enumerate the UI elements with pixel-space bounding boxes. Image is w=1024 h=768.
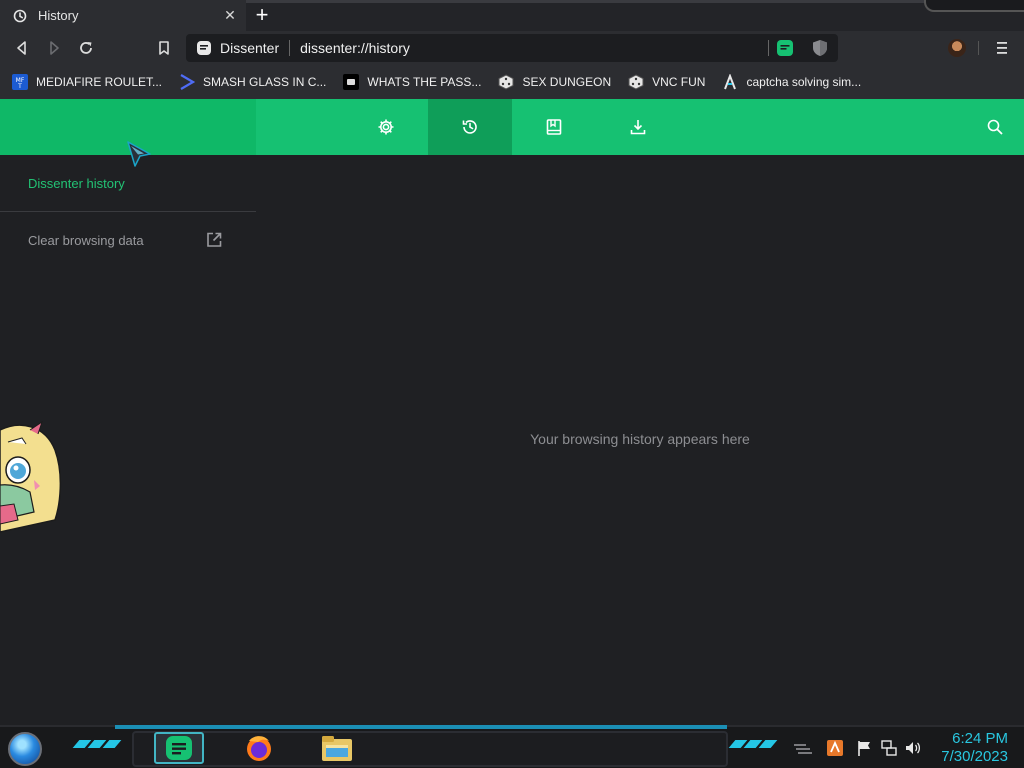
history-icon xyxy=(13,9,27,22)
sigma-icon xyxy=(180,74,196,90)
tray-overflow-icon[interactable] xyxy=(792,739,814,757)
tab-settings[interactable] xyxy=(344,99,428,155)
close-tab-icon[interactable]: ✕ xyxy=(222,7,238,23)
gear-icon xyxy=(378,119,394,135)
empty-history-message: Your browsing history appears here xyxy=(530,431,750,447)
taskbar-app-file-explorer[interactable] xyxy=(312,732,362,764)
address-divider xyxy=(289,40,291,56)
download-icon xyxy=(630,120,646,135)
clock-time: 6:24 PM xyxy=(952,730,1008,747)
sidebar-divider xyxy=(0,211,256,212)
start-button[interactable] xyxy=(8,732,42,766)
bookmarks-icon xyxy=(546,119,562,135)
dice-icon xyxy=(498,74,514,90)
dissenter-extension-icon[interactable] xyxy=(776,39,794,57)
bookmark-icon[interactable] xyxy=(155,39,173,57)
menu-icon[interactable] xyxy=(994,39,1010,57)
clear-browsing-data-link[interactable]: Clear browsing data xyxy=(28,233,144,248)
bookmark-label: WHATS THE PASS... xyxy=(367,75,482,89)
desktop-mascot-image xyxy=(0,420,62,533)
dice-icon xyxy=(628,74,644,90)
bookmark-sex-dungeon[interactable]: SEX DUNGEON xyxy=(498,74,611,90)
tab-bookmarks[interactable] xyxy=(512,99,596,155)
bookmark-whats-the-pass[interactable]: WHATS THE PASS... xyxy=(343,74,481,90)
bookmark-captcha[interactable]: captcha solving sim... xyxy=(722,74,861,90)
new-tab-button[interactable]: + xyxy=(252,4,272,26)
taskbar-apps-frame xyxy=(132,731,728,767)
folder-icon xyxy=(322,736,352,761)
address-bar[interactable]: Dissenter dissenter://history xyxy=(186,34,838,62)
tray-app-icon[interactable] xyxy=(826,739,844,757)
url-text[interactable]: dissenter://history xyxy=(300,40,410,56)
taskbar-app-dissenter[interactable] xyxy=(154,732,204,764)
taskbar-accent-glow xyxy=(115,725,727,729)
flag-icon[interactable] xyxy=(856,739,874,757)
bookmark-label: MEDIAFIRE ROULET... xyxy=(36,75,163,89)
tab-strip: History ✕ + xyxy=(0,0,1024,32)
tab-downloads[interactable] xyxy=(596,99,680,155)
bookmark-mediafire[interactable]: MF T MEDIAFIRE ROULET... xyxy=(12,74,162,90)
mouse-cursor-icon xyxy=(127,141,151,167)
volume-icon[interactable] xyxy=(904,739,922,757)
history-icon xyxy=(462,120,477,134)
mediafire-icon: MF T xyxy=(12,74,28,90)
external-link-icon[interactable] xyxy=(205,231,223,249)
toolbar-divider xyxy=(978,41,979,55)
bookmark-label: SEX DUNGEON xyxy=(522,75,612,89)
bookmarks-bar: MF T MEDIAFIRE ROULET... SMASH GLASS IN … xyxy=(0,65,1024,99)
tab-history[interactable]: History ✕ xyxy=(0,0,246,31)
profile-avatar[interactable] xyxy=(948,39,966,57)
site-name: Dissenter xyxy=(220,40,280,56)
window-frame-decoration xyxy=(924,0,1024,12)
taskbar-decoration-left xyxy=(72,740,122,750)
taskbar-app-firefox[interactable] xyxy=(234,732,284,764)
clock-date: 7/30/2023 xyxy=(941,748,1008,765)
svg-text:T: T xyxy=(17,83,22,90)
chat-icon xyxy=(343,74,360,90)
tab-history[interactable] xyxy=(428,99,512,155)
bookmark-label: SMASH GLASS IN C... xyxy=(203,75,327,89)
tab-title: History xyxy=(38,8,79,23)
dissenter-site-icon xyxy=(197,41,211,55)
taskbar-decoration-right xyxy=(728,740,778,750)
back-icon[interactable] xyxy=(13,39,31,57)
extension-divider xyxy=(768,40,769,56)
toolbar: Dissenter dissenter://history xyxy=(0,31,1024,65)
firefox-icon xyxy=(247,736,271,761)
bookmark-smash-glass[interactable]: SMASH GLASS IN C... xyxy=(179,74,326,90)
bookmark-label: captcha solving sim... xyxy=(746,75,862,89)
reload-icon[interactable] xyxy=(77,39,95,57)
bookmark-label: VNC FUN xyxy=(652,75,706,89)
history-app-bar xyxy=(0,99,1024,155)
taskbar-clock[interactable]: 6:24 PM 7/30/2023 xyxy=(941,730,1008,766)
taskbar: 6:24 PM 7/30/2023 xyxy=(0,725,1024,768)
sidebar-item-dissenter-history[interactable]: Dissenter history xyxy=(28,176,125,191)
search-icon[interactable] xyxy=(986,118,1004,136)
lambda-icon xyxy=(724,74,737,90)
bookmark-vnc-fun[interactable]: VNC FUN xyxy=(628,74,705,90)
shield-icon[interactable] xyxy=(812,39,828,57)
dissenter-app-icon xyxy=(166,736,192,760)
network-icon[interactable] xyxy=(880,739,898,757)
forward-icon[interactable] xyxy=(45,39,63,57)
